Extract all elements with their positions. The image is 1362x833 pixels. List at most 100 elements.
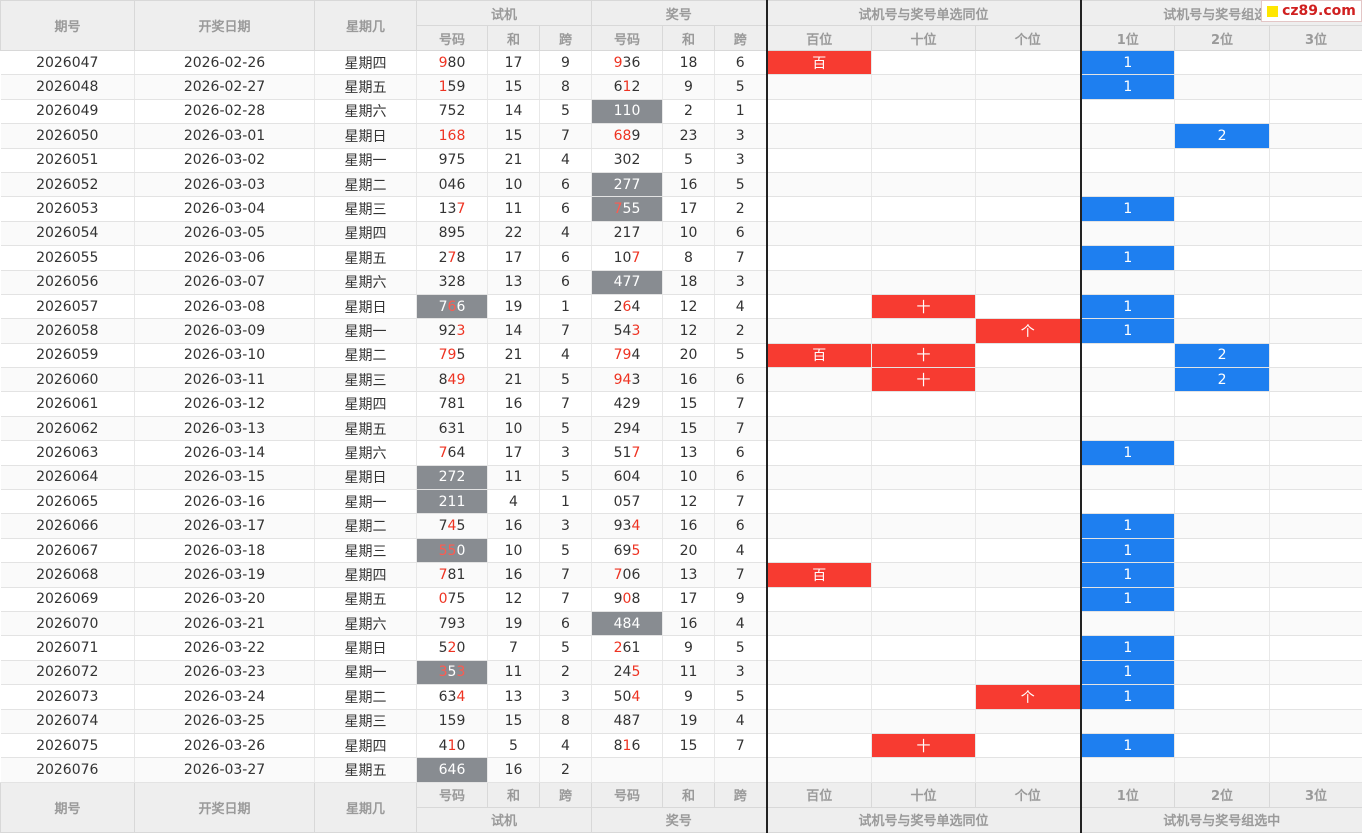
footer-combo-3: 3位	[1270, 782, 1362, 807]
cell-draw-sum: 15	[663, 416, 715, 440]
cell-draw-span: 5	[715, 685, 767, 709]
cell-pos-units	[976, 368, 1081, 392]
code-digit: 9	[456, 79, 465, 95]
cell-combo-3	[1270, 465, 1362, 489]
code-digit: 2	[614, 299, 623, 315]
header-draw-sum[interactable]: 和	[663, 26, 715, 51]
footer-pos-tens: 十位	[872, 782, 976, 807]
cell-draw-code: 943	[592, 368, 663, 392]
cell-date: 2026-03-07	[135, 270, 315, 294]
header-pos-hundreds[interactable]: 百位	[767, 26, 872, 51]
cell-draw-span: 7	[715, 416, 767, 440]
code-digit: 0	[439, 177, 448, 193]
code-digit: 1	[439, 713, 448, 729]
cell-trial-code: 046	[417, 172, 488, 196]
cell-draw-code: 612	[592, 75, 663, 99]
code-digit: 6	[614, 79, 623, 95]
code-digit: 9	[614, 372, 623, 388]
cell-draw-sum: 9	[663, 685, 715, 709]
cell-combo-1: 1	[1081, 441, 1175, 465]
site-watermark[interactable]: cz89.com	[1261, 0, 1362, 22]
header-date[interactable]: 开奖日期	[135, 1, 315, 51]
cell-draw-span: 3	[715, 124, 767, 148]
cell-date: 2026-03-26	[135, 733, 315, 757]
cell-trial-code: 278	[417, 246, 488, 270]
cell-draw-sum: 5	[663, 148, 715, 172]
code-digit: 7	[631, 713, 640, 729]
cell-weekday: 星期五	[315, 246, 417, 270]
cell-pos-units	[976, 246, 1081, 270]
code-digit: 6	[614, 128, 623, 144]
header-combo-1[interactable]: 1位	[1081, 26, 1175, 51]
cell-combo-1	[1081, 148, 1175, 172]
code-digit: 2	[456, 103, 465, 119]
header-trial-sum[interactable]: 和	[488, 26, 540, 51]
code-digit: 8	[614, 738, 623, 754]
code-digit: 7	[631, 225, 640, 241]
cell-date: 2026-03-10	[135, 343, 315, 367]
cell-trial-sum: 19	[488, 611, 540, 635]
cell-date: 2026-03-17	[135, 514, 315, 538]
cell-period: 2026057	[1, 294, 135, 318]
cell-draw-span: 3	[715, 660, 767, 684]
header-combo-3[interactable]: 3位	[1270, 26, 1362, 51]
cell-trial-sum: 22	[488, 221, 540, 245]
cell-combo-1	[1081, 99, 1175, 123]
cell-weekday: 星期四	[315, 221, 417, 245]
cell-period: 2026071	[1, 636, 135, 660]
cell-date: 2026-03-18	[135, 538, 315, 562]
cell-draw-code: 695	[592, 538, 663, 562]
code-digit: 8	[439, 225, 448, 241]
cell-combo-2: 2	[1175, 368, 1270, 392]
cell-pos-units	[976, 294, 1081, 318]
header-pos-units[interactable]: 个位	[976, 26, 1081, 51]
code-digit: 4	[614, 616, 623, 632]
cell-draw-code: 294	[592, 416, 663, 440]
header-pos-tens[interactable]: 十位	[872, 26, 976, 51]
cell-draw-code: 484	[592, 611, 663, 635]
code-digit: 9	[614, 55, 623, 71]
cell-date: 2026-03-06	[135, 246, 315, 270]
cell-combo-3	[1270, 172, 1362, 196]
cell-pos-tens	[872, 197, 976, 221]
cell-combo-1: 1	[1081, 685, 1175, 709]
cell-trial-span: 4	[540, 148, 592, 172]
cell-trial-code: 795	[417, 343, 488, 367]
cell-weekday: 星期三	[315, 368, 417, 392]
cell-draw-code: 706	[592, 563, 663, 587]
code-digit: 5	[614, 323, 623, 339]
cell-pos-hundreds	[767, 197, 872, 221]
cell-date: 2026-03-16	[135, 490, 315, 514]
header-draw-code[interactable]: 号码	[592, 26, 663, 51]
header-period[interactable]: 期号	[1, 1, 135, 51]
cell-date: 2026-03-08	[135, 294, 315, 318]
table-body: 20260472026-02-26星期四980179936186百1202604…	[1, 51, 1362, 783]
cell-draw-span: 4	[715, 538, 767, 562]
cell-trial-code: 159	[417, 75, 488, 99]
cell-draw-span: 4	[715, 294, 767, 318]
header-draw-group: 奖号	[592, 1, 767, 26]
table-row: 20260522026-03-03星期二046106277165	[1, 172, 1362, 196]
header-weekday[interactable]: 星期几	[315, 1, 417, 51]
table-row: 20260702026-03-21星期六793196484164	[1, 611, 1362, 635]
header-trial-span[interactable]: 跨	[540, 26, 592, 51]
cell-pos-units	[976, 611, 1081, 635]
cell-period: 2026060	[1, 368, 135, 392]
cell-draw-code: 477	[592, 270, 663, 294]
code-digit: 9	[439, 55, 448, 71]
cell-trial-span: 2	[540, 758, 592, 782]
cell-combo-2	[1175, 221, 1270, 245]
cell-trial-sum: 21	[488, 368, 540, 392]
cell-pos-units	[976, 197, 1081, 221]
cell-combo-2: 2	[1175, 124, 1270, 148]
header-draw-span[interactable]: 跨	[715, 26, 767, 51]
header-combo-2[interactable]: 2位	[1175, 26, 1270, 51]
cell-combo-3	[1270, 490, 1362, 514]
header-trial-code[interactable]: 号码	[417, 26, 488, 51]
footer-pos-hundreds: 百位	[767, 782, 872, 807]
cell-trial-sum: 11	[488, 660, 540, 684]
table-footer: 期号 开奖日期 星期几 号码 和 跨 号码 和 跨 百位 十位 个位 1位 2位…	[1, 782, 1362, 832]
cell-pos-hundreds	[767, 319, 872, 343]
cell-draw-sum: 18	[663, 270, 715, 294]
cell-draw-sum: 13	[663, 563, 715, 587]
